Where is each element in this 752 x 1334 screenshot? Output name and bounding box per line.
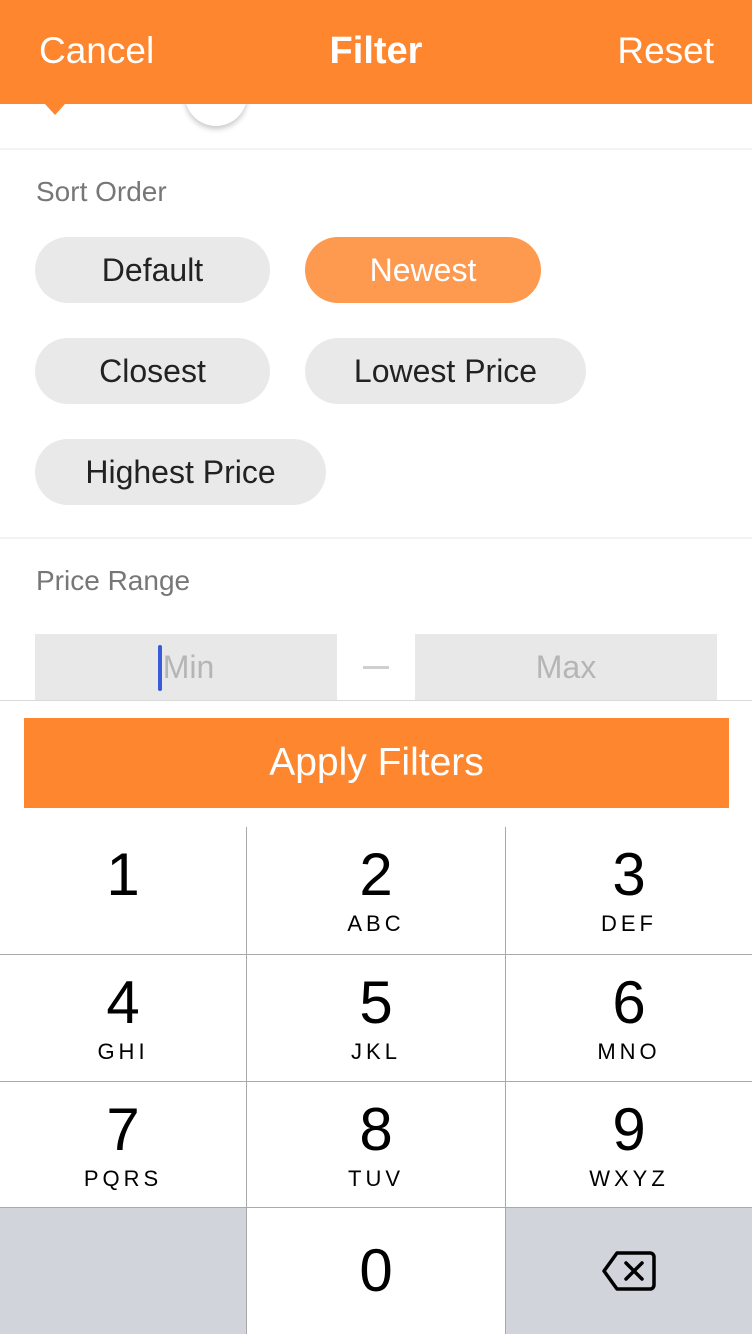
key-digit: 2 [359, 841, 393, 908]
distance-slider[interactable] [0, 104, 752, 150]
key-digit: 5 [359, 969, 393, 1036]
nav-header: Cancel Filter Reset [0, 0, 752, 104]
min-price-input[interactable]: Min [35, 634, 337, 701]
key-4[interactable]: 4 GHI [0, 955, 246, 1081]
key-1[interactable]: 1 [0, 827, 246, 954]
key-0[interactable]: 0 [247, 1208, 505, 1334]
sort-option-default[interactable]: Default [35, 237, 270, 303]
key-letters: JKL [351, 1039, 401, 1064]
key-9[interactable]: 9 WXYZ [506, 1082, 752, 1207]
keypad-divider [0, 1081, 752, 1082]
price-range-label: Price Range [36, 565, 191, 596]
sort-order-label: Sort Order [36, 176, 167, 207]
key-letters: TUV [348, 1166, 404, 1191]
key-3[interactable]: 3 DEF [506, 827, 752, 954]
max-price-input[interactable]: Max [415, 634, 717, 701]
key-letters: ABC [347, 911, 405, 936]
section-divider [0, 537, 752, 539]
text-caret [157, 644, 162, 691]
key-digit: 1 [106, 841, 140, 908]
reset-button[interactable]: Reset [617, 30, 714, 72]
key-letters: GHI [97, 1039, 149, 1064]
sort-option-newest[interactable]: Newest [305, 237, 541, 303]
slider-pointer-icon [45, 104, 65, 115]
key-letters: PQRS [83, 1166, 163, 1191]
key-letters: MNO [597, 1039, 661, 1064]
section-divider [0, 148, 752, 150]
key-digit: 0 [359, 1237, 393, 1304]
range-separator [363, 666, 389, 669]
backspace-icon [602, 1251, 656, 1291]
numeric-keypad: 1 2 ABC 3 DEF 4 GHI 5 JKL 6 MNO 7 PQRS 8… [0, 827, 752, 1334]
key-digit: 4 [106, 969, 140, 1036]
key-digit: 6 [612, 969, 646, 1036]
sort-option-highest-price[interactable]: Highest Price [35, 439, 326, 505]
sort-option-closest[interactable]: Closest [35, 338, 270, 404]
max-price-placeholder: Max [535, 649, 597, 685]
key-letters: WXYZ [589, 1166, 669, 1191]
slider-thumb[interactable] [185, 104, 247, 126]
key-digit: 8 [359, 1096, 393, 1163]
backspace-key[interactable] [506, 1208, 752, 1334]
min-price-placeholder: Min [162, 649, 215, 685]
key-6[interactable]: 6 MNO [506, 955, 752, 1081]
key-8[interactable]: 8 TUV [247, 1082, 505, 1207]
key-2[interactable]: 2 ABC [247, 827, 505, 954]
key-digit: 7 [106, 1096, 140, 1163]
key-7[interactable]: 7 PQRS [0, 1082, 246, 1207]
sort-option-lowest-price[interactable]: Lowest Price [305, 338, 586, 404]
keypad-divider [0, 1207, 752, 1208]
key-blank [0, 1208, 246, 1334]
keypad-divider [0, 954, 752, 955]
apply-filters-button[interactable]: Apply Filters [24, 718, 729, 808]
key-digit: 9 [612, 1096, 646, 1163]
key-digit: 3 [612, 841, 646, 908]
key-5[interactable]: 5 JKL [247, 955, 505, 1081]
key-letters: DEF [601, 911, 657, 936]
